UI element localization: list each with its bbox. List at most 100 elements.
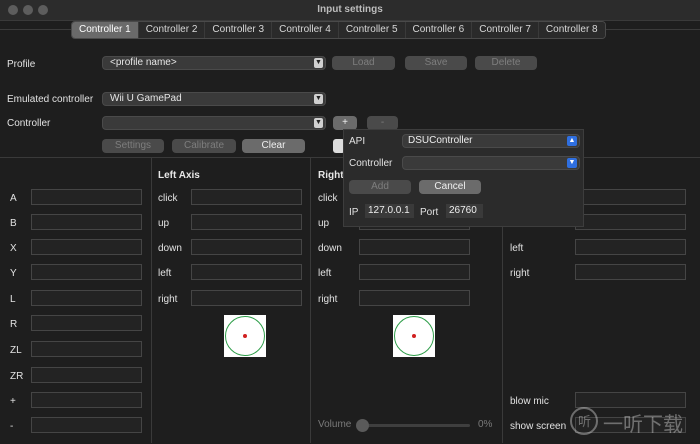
- right-axis-down-label: down: [318, 243, 342, 254]
- popup-controller-select[interactable]: ▼: [402, 156, 580, 170]
- button-label-x: X: [10, 243, 17, 254]
- button-a-field[interactable]: [31, 189, 142, 205]
- profile-select[interactable]: <profile name> ▼: [102, 56, 326, 70]
- remove-controller-button[interactable]: -: [367, 116, 398, 130]
- blow-mic-label: blow mic: [510, 396, 549, 407]
- left-axis-right-label: right: [158, 294, 178, 305]
- right-axis-left-field[interactable]: [359, 264, 470, 280]
- watermark-text: 一听下载: [603, 412, 683, 436]
- left-axis-down-field[interactable]: [191, 239, 302, 255]
- tab-controller-1[interactable]: Controller 1: [72, 22, 139, 38]
- button-x-field[interactable]: [31, 239, 142, 255]
- left-axis-up-label: up: [158, 218, 170, 229]
- left-axis-click-field[interactable]: [191, 189, 302, 205]
- left-axis-right-field[interactable]: [191, 290, 302, 306]
- chevron-down-icon: ▼: [567, 158, 577, 168]
- right-axis-right-field[interactable]: [359, 290, 470, 306]
- popup-add-button[interactable]: Add: [349, 180, 411, 194]
- left-axis-left-field[interactable]: [191, 264, 302, 280]
- chevron-down-icon: ▼: [314, 94, 323, 104]
- add-controller-button[interactable]: +: [333, 116, 357, 130]
- tab-controller-6[interactable]: Controller 6: [405, 22, 473, 38]
- controller-label: Controller: [7, 118, 51, 129]
- button-b-field[interactable]: [31, 214, 142, 230]
- controller-tabs: Controller 1 Controller 2 Controller 3 C…: [71, 21, 606, 39]
- settings-button[interactable]: Settings: [102, 139, 164, 153]
- popup-controller-label: Controller: [349, 158, 393, 169]
- extra-down-field[interactable]: [575, 214, 686, 230]
- left-axis-title: Left Axis: [158, 170, 200, 181]
- extra-left-label: left: [510, 243, 524, 254]
- profile-value: <profile name>: [110, 57, 177, 68]
- port-field[interactable]: 26760: [446, 204, 483, 218]
- clear-button[interactable]: Clear: [242, 139, 305, 153]
- tab-controller-5[interactable]: Controller 5: [338, 22, 406, 38]
- title-bar: Input settings: [0, 0, 700, 21]
- button-plus-field[interactable]: [31, 392, 142, 408]
- right-axis-left-label: left: [318, 268, 332, 279]
- volume-label: Volume: [318, 419, 352, 430]
- window-title: Input settings: [317, 4, 383, 15]
- chevron-updown-icon: ▲: [567, 136, 577, 146]
- right-axis-click-label: click: [318, 193, 338, 204]
- delete-button[interactable]: Delete: [475, 56, 537, 70]
- tab-controller-4[interactable]: Controller 4: [272, 22, 339, 38]
- button-label-y: Y: [10, 268, 17, 279]
- button-label-l: L: [10, 294, 16, 305]
- button-r-field[interactable]: [31, 315, 142, 331]
- calibrate-button[interactable]: Calibrate: [172, 139, 236, 153]
- extra-right-label: right: [510, 268, 530, 279]
- tab-controller-3[interactable]: Controller 3: [205, 22, 273, 38]
- right-axis-title: Right: [318, 170, 344, 181]
- port-label: Port: [420, 207, 439, 218]
- tab-controller-8[interactable]: Controller 8: [538, 22, 605, 38]
- svg-text:听: 听: [578, 415, 591, 430]
- controller-select[interactable]: ▼: [102, 116, 326, 130]
- api-select[interactable]: DSUController ▲: [402, 134, 580, 148]
- axis-position-dot: [243, 334, 247, 338]
- button-label-plus: +: [10, 396, 16, 407]
- watermark-logo-icon: 听: [570, 407, 598, 435]
- volume-slider[interactable]: [358, 424, 470, 427]
- save-button[interactable]: Save: [405, 56, 467, 70]
- show-screen-label: show screen: [510, 421, 567, 432]
- right-axis-up-label: up: [318, 218, 330, 229]
- button-l-field[interactable]: [31, 290, 142, 306]
- api-label: API: [349, 136, 366, 147]
- right-axis-preview: [393, 315, 435, 357]
- left-axis-down-label: down: [158, 243, 182, 254]
- button-zl-field[interactable]: [31, 341, 142, 357]
- button-label-minus: -: [10, 421, 14, 432]
- volume-value: 0%: [478, 419, 493, 430]
- left-axis-click-label: click: [158, 193, 178, 204]
- left-axis-preview: [224, 315, 266, 357]
- left-axis-up-field[interactable]: [191, 214, 302, 230]
- volume-slider-handle[interactable]: [356, 419, 369, 432]
- button-label-r: R: [10, 319, 18, 330]
- tab-controller-2[interactable]: Controller 2: [138, 22, 206, 38]
- right-axis-down-field[interactable]: [359, 239, 470, 255]
- tab-controller-7[interactable]: Controller 7: [472, 22, 539, 38]
- extra-left-field[interactable]: [575, 239, 686, 255]
- emulated-controller-label: Emulated controller: [7, 94, 94, 105]
- chevron-down-icon: ▼: [314, 58, 323, 68]
- button-label-b: B: [10, 218, 17, 229]
- chevron-down-icon: ▼: [314, 118, 323, 128]
- button-label-zl: ZL: [10, 345, 22, 356]
- add-controller-popup: API DSUController ▲ Controller ▼ Add Can…: [343, 129, 584, 227]
- button-zr-field[interactable]: [31, 367, 142, 383]
- emulated-controller-select[interactable]: Wii U GamePad ▼: [102, 92, 326, 106]
- api-value: DSUController: [408, 135, 473, 146]
- button-label-a: A: [10, 193, 17, 204]
- button-minus-field[interactable]: [31, 417, 142, 433]
- popup-cancel-button[interactable]: Cancel: [419, 180, 481, 194]
- left-axis-left-label: left: [158, 268, 172, 279]
- ip-label: IP: [349, 207, 359, 218]
- axis-position-dot: [412, 334, 416, 338]
- button-y-field[interactable]: [31, 264, 142, 280]
- right-axis-right-label: right: [318, 294, 338, 305]
- extra-top-field[interactable]: [575, 189, 686, 205]
- load-button[interactable]: Load: [332, 56, 395, 70]
- ip-field[interactable]: 127.0.0.1: [365, 204, 414, 218]
- extra-right-field[interactable]: [575, 264, 686, 280]
